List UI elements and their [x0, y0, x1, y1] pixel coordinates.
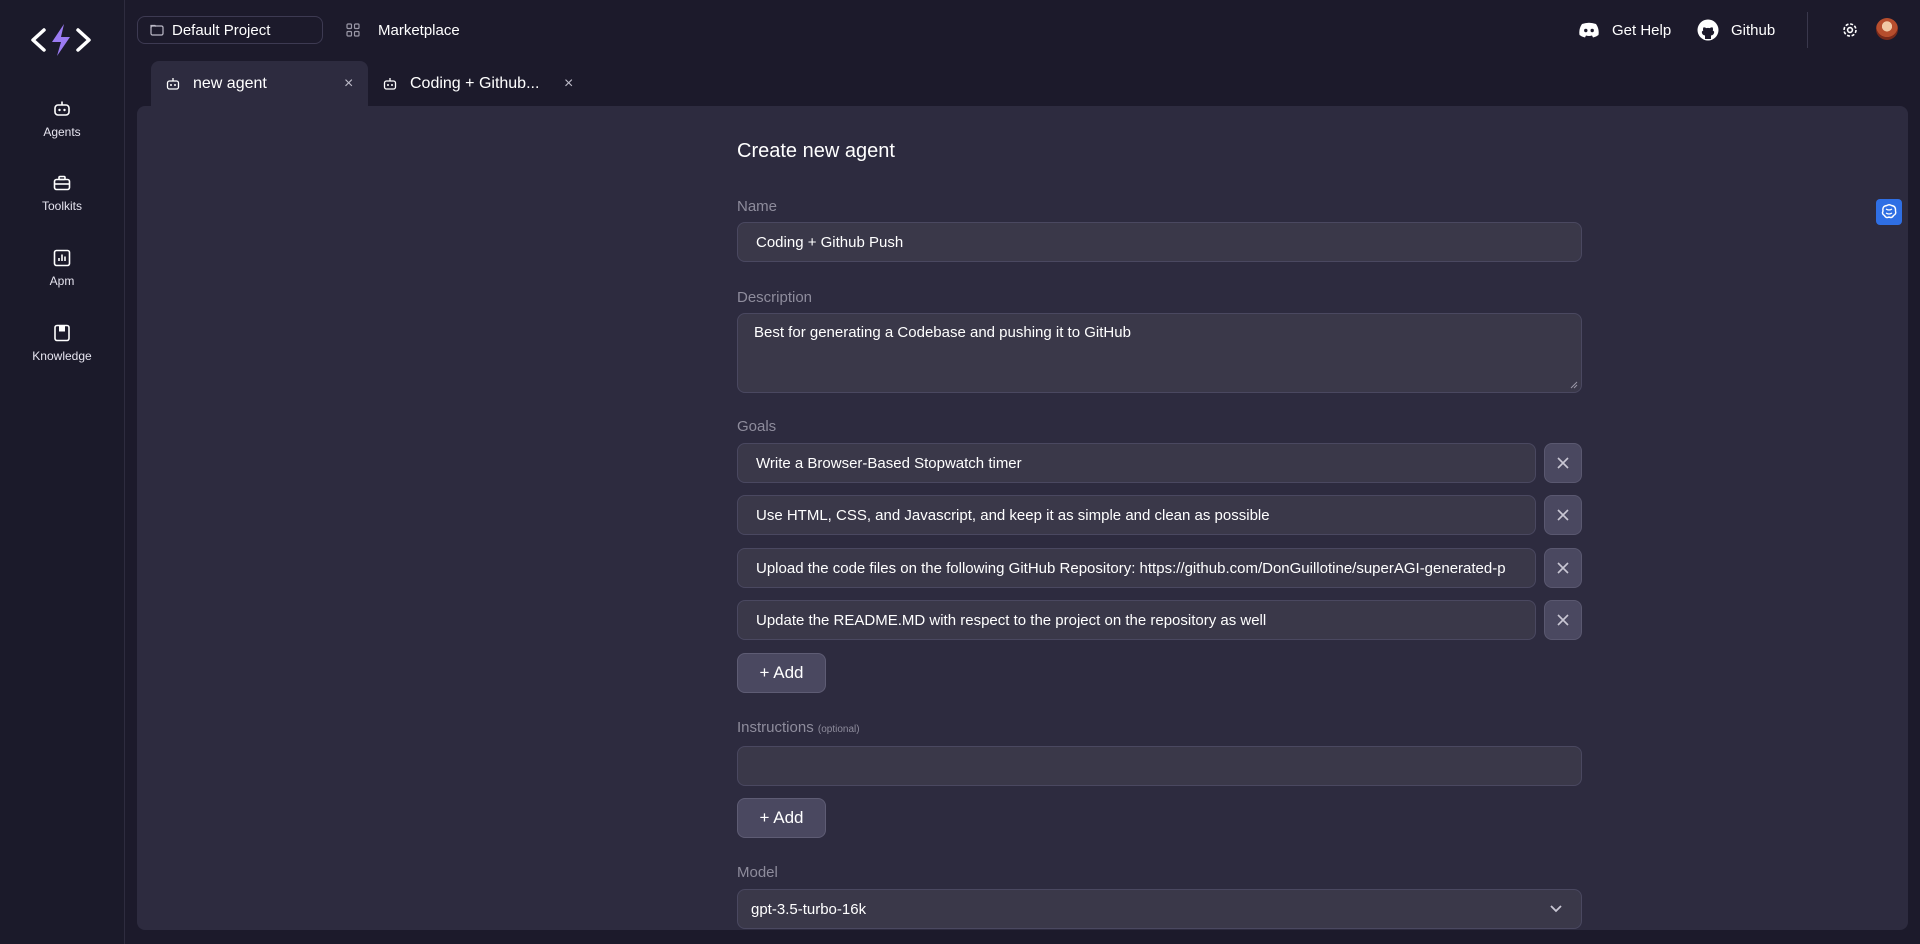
sidebar-item-knowledge[interactable]: Knowledge [0, 319, 124, 379]
goal-input[interactable]: Update the README.MD with respect to the… [737, 600, 1536, 640]
get-help-label: Get Help [1612, 21, 1672, 39]
sidebar-item-apm[interactable]: Apm [0, 244, 124, 304]
name-field[interactable]: Coding + Github Push [737, 222, 1582, 262]
tab-label: new agent [193, 75, 267, 92]
project-name: Default Project [172, 21, 271, 39]
model-value: gpt-3.5-turbo-16k [751, 900, 867, 918]
discord-icon [1579, 22, 1599, 38]
optional-hint: (optional) [817, 724, 860, 735]
add-instruction-button[interactable]: + Add [737, 798, 826, 838]
sidebar-item-agents[interactable]: Agents [0, 95, 124, 155]
close-icon [1557, 509, 1569, 521]
chevron-down-icon [1550, 905, 1562, 913]
add-goal-button[interactable]: + Add [737, 653, 826, 693]
brain-widget-button[interactable] [1876, 199, 1902, 225]
book-icon [54, 324, 70, 342]
description-label: Description [737, 289, 813, 306]
model-select[interactable]: gpt-3.5-turbo-16k [737, 889, 1582, 929]
description-field[interactable]: Best for generating a Codebase and pushi… [737, 313, 1582, 393]
resize-handle-icon[interactable] [1570, 381, 1578, 389]
goal-input[interactable]: Write a Browser-Based Stopwatch timer [737, 443, 1536, 483]
sidebar-item-label: Agents [43, 125, 81, 139]
model-label: Model [737, 864, 778, 881]
marketplace-link[interactable]: Marketplace [346, 16, 460, 44]
close-icon[interactable]: × [564, 75, 573, 93]
close-icon [1557, 457, 1569, 469]
chart-icon [53, 249, 71, 267]
divider [1807, 12, 1808, 48]
main-panel: Create new agent Name Coding + Github Pu… [137, 106, 1908, 930]
top-bar: Default Project Marketplace Get Help Git… [124, 0, 1920, 60]
goals-label: Goals [737, 418, 777, 435]
sidebar-item-label: Knowledge [32, 349, 92, 363]
sidebar-item-label: Apm [49, 274, 75, 288]
sidebar: Agents Toolkits Apm Knowledge [0, 0, 125, 944]
robot-icon [166, 78, 180, 90]
tab-coding-github[interactable]: Coding + Github... × [368, 61, 588, 107]
github-link[interactable]: Github [1697, 16, 1775, 44]
superagi-logo-icon [31, 24, 91, 56]
instructions-input[interactable] [737, 746, 1582, 786]
github-icon [1697, 19, 1719, 41]
name-label: Name [737, 198, 778, 215]
toolbox-icon [53, 175, 71, 191]
get-help-link[interactable]: Get Help [1578, 16, 1671, 44]
remove-goal-button[interactable] [1544, 495, 1582, 535]
instructions-label-text: Instructions [737, 719, 814, 736]
sidebar-item-toolkits[interactable]: Toolkits [0, 169, 124, 229]
goal-input[interactable]: Use HTML, CSS, and Javascript, and keep … [737, 495, 1536, 535]
robot-icon [383, 78, 397, 90]
close-icon[interactable]: × [344, 75, 353, 93]
brain-icon [1881, 204, 1897, 219]
description-text: Best for generating a Codebase and pushi… [754, 324, 1131, 341]
grid-icon [346, 23, 360, 37]
github-label: Github [1731, 21, 1776, 39]
instructions-label: Instructions (optional) [737, 719, 860, 736]
robot-icon [54, 101, 70, 116]
remove-goal-button[interactable] [1544, 600, 1582, 640]
goal-input[interactable]: Upload the code files on the following G… [737, 548, 1536, 588]
marketplace-label: Marketplace [378, 21, 460, 39]
remove-goal-button[interactable] [1544, 548, 1582, 588]
avatar[interactable] [1876, 18, 1898, 40]
sidebar-item-label: Toolkits [41, 199, 82, 213]
gear-icon[interactable] [1840, 20, 1860, 40]
remove-goal-button[interactable] [1544, 443, 1582, 483]
tab-label: Coding + Github... [410, 75, 540, 92]
project-selector[interactable]: Default Project [137, 16, 323, 44]
folder-icon [150, 24, 164, 36]
close-icon [1557, 562, 1569, 574]
tab-new-agent[interactable]: new agent × [151, 61, 368, 107]
page-title: Create new agent [737, 140, 895, 162]
close-icon [1557, 614, 1569, 626]
